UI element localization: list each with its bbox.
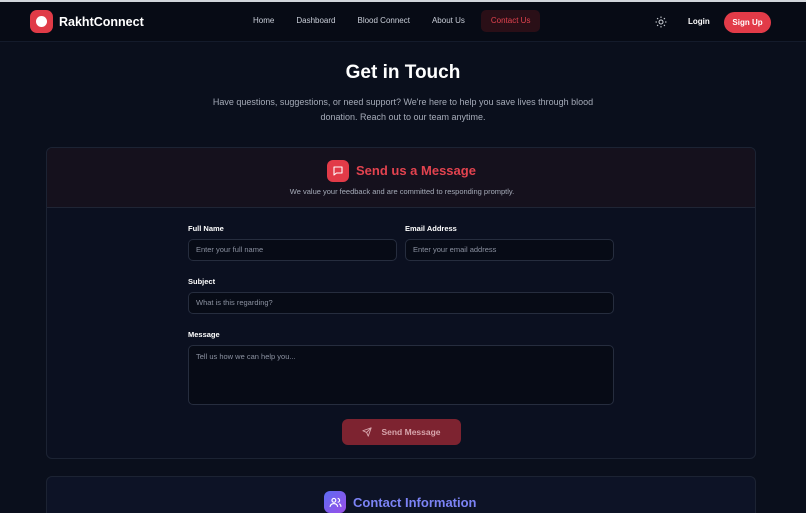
message-textarea[interactable]: Tell us how we can help you... bbox=[188, 345, 614, 405]
message-label: Message bbox=[188, 330, 220, 339]
nav-link-about-us[interactable]: About Us bbox=[422, 10, 475, 32]
nav-links: Home Dashboard Blood Connect About Us Co… bbox=[243, 10, 542, 32]
subject-input[interactable]: What is this regarding? bbox=[188, 292, 614, 314]
form-card-title: Send us a Message bbox=[356, 163, 476, 178]
nav-link-home[interactable]: Home bbox=[243, 10, 284, 32]
nav-link-contact-us[interactable]: Contact Us bbox=[480, 10, 541, 32]
form-card-subtitle: We value your feedback and are committed… bbox=[289, 187, 515, 196]
send-message-label: Send Message bbox=[381, 427, 441, 437]
nav-link-blood-connect[interactable]: Blood Connect bbox=[347, 10, 419, 32]
navbar: RakhtConnect Home Dashboard Blood Connec… bbox=[0, 2, 806, 42]
logo-icon bbox=[30, 10, 53, 33]
email-label: Email Address bbox=[405, 224, 457, 233]
contact-info-title: Contact Information bbox=[353, 495, 477, 510]
contact-info-card: Contact Information bbox=[46, 476, 756, 513]
send-message-button[interactable]: Send Message bbox=[342, 419, 461, 445]
sun-icon[interactable] bbox=[655, 16, 667, 28]
nav-link-dashboard[interactable]: Dashboard bbox=[286, 10, 345, 32]
email-input[interactable]: Enter your email address bbox=[405, 239, 614, 261]
contact-form-card: Send us a Message We value your feedback… bbox=[46, 147, 756, 459]
page-subtitle: Have questions, suggestions, or need sup… bbox=[212, 97, 594, 122]
full-name-label: Full Name bbox=[188, 224, 224, 233]
subject-label: Subject bbox=[188, 277, 216, 286]
form-card-header: Send us a Message We value your feedback… bbox=[47, 148, 755, 208]
full-name-input[interactable]: Enter your full name bbox=[188, 239, 397, 261]
brand-name: RakhtConnect bbox=[59, 14, 144, 29]
page-title: Get in Touch bbox=[345, 62, 461, 83]
message-icon bbox=[327, 160, 349, 182]
signup-button[interactable]: Sign Up bbox=[724, 12, 771, 33]
users-icon bbox=[324, 491, 346, 513]
login-button[interactable]: Login bbox=[688, 17, 710, 26]
brand[interactable]: RakhtConnect bbox=[30, 10, 144, 33]
send-icon bbox=[362, 427, 373, 437]
